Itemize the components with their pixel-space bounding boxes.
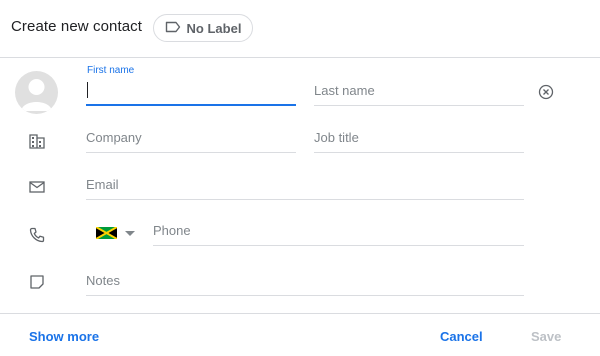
- cancel-button[interactable]: Cancel: [440, 329, 483, 344]
- label-chip-text: No Label: [186, 20, 242, 36]
- phone-underline: [153, 245, 524, 246]
- notes-field[interactable]: [86, 266, 524, 296]
- company-field[interactable]: [86, 123, 296, 153]
- person-avatar-icon[interactable]: [15, 71, 58, 114]
- dialog-header: Create new contact No Label: [0, 0, 600, 58]
- first-name-input[interactable]: [86, 78, 296, 102]
- email-input[interactable]: [86, 172, 524, 196]
- email-underline: [86, 199, 524, 200]
- building-icon: [28, 132, 46, 150]
- last-name-field[interactable]: [314, 76, 524, 106]
- mail-icon: [28, 178, 46, 196]
- job-title-underline: [314, 152, 524, 153]
- label-outline-icon: [165, 21, 181, 36]
- first-name-label: First name: [87, 65, 135, 76]
- company-underline: [86, 152, 296, 153]
- job-title-input[interactable]: [314, 125, 524, 149]
- email-field[interactable]: [86, 170, 524, 200]
- dialog-title: Create new contact: [11, 18, 143, 35]
- phone-input[interactable]: [153, 218, 524, 242]
- first-name-field[interactable]: First name: [86, 65, 296, 106]
- phone-icon: [28, 226, 46, 244]
- show-more-button[interactable]: Show more: [29, 329, 99, 344]
- note-icon: [28, 273, 46, 291]
- text-cursor: [87, 82, 88, 98]
- last-name-input[interactable]: [314, 78, 524, 102]
- last-name-underline: [314, 105, 524, 106]
- first-name-underline: [86, 104, 296, 106]
- jamaica-flag-icon: [96, 227, 117, 239]
- save-button[interactable]: Save: [531, 329, 561, 344]
- caret-down-icon: [125, 230, 135, 236]
- clear-circle-icon[interactable]: [538, 84, 554, 100]
- create-contact-dialog: Create new contact No Label First name L…: [0, 0, 600, 356]
- notes-underline: [86, 295, 524, 296]
- job-title-field[interactable]: [314, 123, 524, 153]
- phone-field[interactable]: [153, 216, 524, 246]
- company-input[interactable]: [86, 125, 296, 149]
- label-chip-button[interactable]: No Label: [153, 14, 253, 42]
- country-code-select[interactable]: [96, 226, 140, 240]
- footer-divider: [0, 313, 600, 314]
- notes-input[interactable]: [86, 268, 524, 292]
